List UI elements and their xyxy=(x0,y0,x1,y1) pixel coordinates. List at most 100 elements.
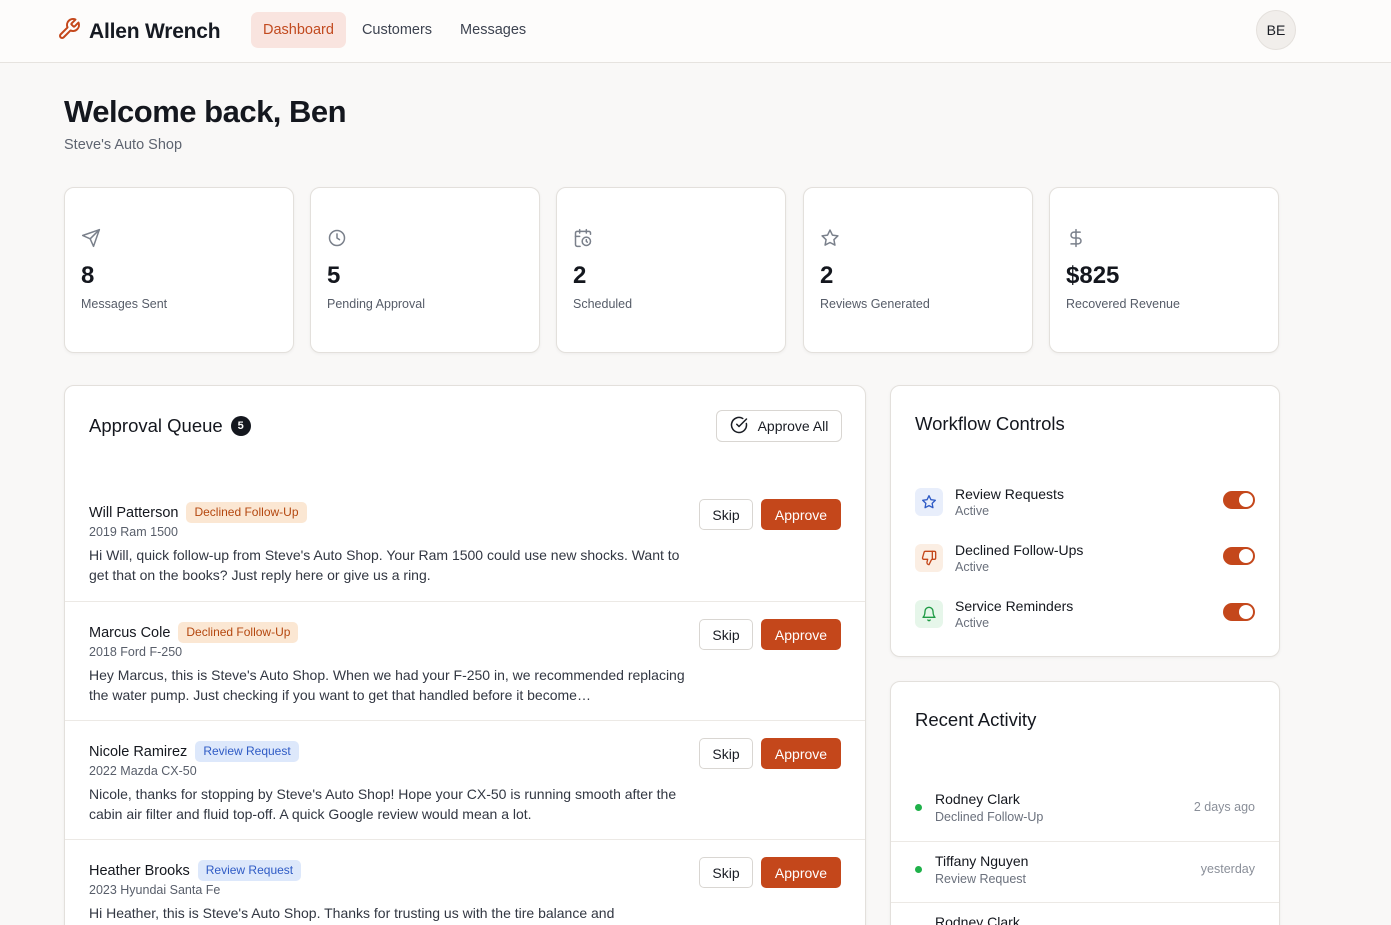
activity-item[interactable]: Rodney Clark xyxy=(891,902,1279,925)
queue-count-badge: 5 xyxy=(230,416,251,437)
stat-card-pending-approval: 5 Pending Approval xyxy=(310,187,540,353)
review-requests-toggle[interactable] xyxy=(1223,491,1255,509)
stat-value: 8 xyxy=(81,262,95,289)
activity-item[interactable]: Tiffany Nguyen Review Request yesterday xyxy=(891,841,1279,902)
activity-type: Review Request xyxy=(935,872,1027,886)
send-icon xyxy=(81,228,103,250)
stat-label: Scheduled xyxy=(573,297,633,311)
queue-item-header: Will Patterson Declined Follow-Up xyxy=(89,502,307,523)
clock-icon xyxy=(327,228,349,250)
star-icon xyxy=(915,488,943,516)
recent-activity-title: Recent Activity xyxy=(915,709,1037,730)
customer-name: Will Patterson xyxy=(89,504,179,521)
approve-button[interactable]: Approve xyxy=(761,738,841,769)
message-preview: Hi Will, quick follow-up from Steve's Au… xyxy=(89,547,680,583)
message-preview: Hey Marcus, this is Steve's Auto Shop. W… xyxy=(89,667,685,703)
skip-button[interactable]: Skip xyxy=(699,738,753,769)
shop-name: Steve's Auto Shop xyxy=(64,137,183,153)
brand[interactable]: Allen Wrench xyxy=(57,17,221,46)
activity-customer: Tiffany Nguyen xyxy=(935,853,1029,869)
status-dot xyxy=(915,804,922,811)
workflow-item-service-reminders: Service Reminders Active xyxy=(915,596,1257,636)
activity-item[interactable]: Rodney Clark Declined Follow-Up 2 days a… xyxy=(891,780,1279,841)
stat-value: 2 xyxy=(573,262,587,289)
message-preview: Hi Heather, this is Steve's Auto Shop. T… xyxy=(89,905,615,921)
stat-card-recovered-revenue: $825 Recovered Revenue xyxy=(1049,187,1279,353)
vehicle: 2018 Ford F-250 xyxy=(89,645,183,659)
workflow-status: Active xyxy=(955,504,990,518)
customer-name: Heather Brooks xyxy=(89,862,190,879)
nav-customers[interactable]: Customers xyxy=(350,12,444,48)
activity-customer: Rodney Clark xyxy=(935,791,1020,807)
approve-button[interactable]: Approve xyxy=(761,499,841,530)
stat-card-reviews-generated: 2 Reviews Generated xyxy=(803,187,1033,353)
avatar[interactable]: BE xyxy=(1256,10,1296,50)
queue-item-header: Nicole Ramirez Review Request xyxy=(89,741,299,762)
check-circle-icon xyxy=(730,416,748,437)
stat-label: Messages Sent xyxy=(81,297,168,311)
workflow-name: Review Requests xyxy=(955,486,1064,502)
nav-messages[interactable]: Messages xyxy=(448,12,538,48)
workflow-name: Declined Follow-Ups xyxy=(955,542,1084,558)
queue-item: Marcus Cole Declined Follow-Up 2018 Ford… xyxy=(65,601,865,720)
stat-label: Pending Approval xyxy=(327,297,425,311)
thumbs-down-icon xyxy=(915,544,943,572)
stat-label: Reviews Generated xyxy=(820,297,930,311)
stat-card-scheduled: 2 Scheduled xyxy=(556,187,786,353)
activity-time: 2 days ago xyxy=(1193,800,1255,814)
stat-card-messages-sent: 8 Messages Sent xyxy=(64,187,294,353)
activity-customer: Rodney Clark xyxy=(935,914,1020,925)
approval-queue-title: Approval Queue 5 xyxy=(89,415,251,437)
queue-item: Nicole Ramirez Review Request 2022 Mazda… xyxy=(65,720,865,839)
wrench-icon xyxy=(57,17,81,46)
approval-queue-panel: Approval Queue 5 Approve All Will Patters… xyxy=(64,385,866,925)
declined-follow-ups-toggle[interactable] xyxy=(1223,547,1255,565)
skip-button[interactable]: Skip xyxy=(699,619,753,650)
customer-name: Marcus Cole xyxy=(89,624,171,641)
workflow-tag: Declined Follow-Up xyxy=(186,502,307,523)
toggle-knob xyxy=(1239,493,1253,507)
queue-item: Will Patterson Declined Follow-Up 2019 R… xyxy=(65,482,865,601)
stat-value: 5 xyxy=(327,262,341,289)
stat-value: $825 xyxy=(1066,262,1120,289)
top-bar: Allen Wrench Dashboard Customers Message… xyxy=(0,0,1391,63)
stat-value: 2 xyxy=(820,262,834,289)
workflow-item-review-requests: Review Requests Active xyxy=(915,484,1257,524)
workflow-tag: Review Request xyxy=(197,860,302,881)
workflow-tag: Review Request xyxy=(195,741,299,762)
message-preview: Nicole, thanks for stopping by Steve's A… xyxy=(89,786,677,822)
status-dot xyxy=(915,866,922,873)
approve-all-button[interactable]: Approve All xyxy=(716,410,842,442)
workflow-tag: Declined Follow-Up xyxy=(178,622,299,643)
activity-time: yesterday xyxy=(1200,862,1255,876)
workflow-item-declined-follow-ups: Declined Follow-Ups Active xyxy=(915,540,1257,580)
recent-activity-panel: Recent Activity Rodney Clark Declined Fo… xyxy=(890,681,1280,925)
service-reminders-toggle[interactable] xyxy=(1223,603,1255,621)
skip-button[interactable]: Skip xyxy=(699,499,753,530)
brand-name: Allen Wrench xyxy=(89,19,221,43)
queue-item-header: Marcus Cole Declined Follow-Up xyxy=(89,622,299,643)
stat-label: Recovered Revenue xyxy=(1066,297,1180,311)
main-nav: Dashboard Customers Messages xyxy=(251,12,542,48)
toggle-knob xyxy=(1239,605,1253,619)
approve-button[interactable]: Approve xyxy=(761,857,841,888)
approval-queue-title-text: Approval Queue xyxy=(89,415,223,436)
approve-button[interactable]: Approve xyxy=(761,619,841,650)
queue-item-header: Heather Brooks Review Request xyxy=(89,860,302,881)
vehicle: 2019 Ram 1500 xyxy=(89,525,178,539)
skip-button[interactable]: Skip xyxy=(699,857,753,888)
customer-name: Nicole Ramirez xyxy=(89,743,188,760)
workflow-name: Service Reminders xyxy=(955,598,1074,614)
workflow-controls-title: Workflow Controls xyxy=(915,413,1065,434)
workflow-controls-panel: Workflow Controls Review Requests Active… xyxy=(890,385,1280,657)
star-icon xyxy=(820,228,842,250)
approve-all-label: Approve All xyxy=(757,418,829,434)
dollar-icon xyxy=(1066,228,1088,250)
workflow-status: Active xyxy=(955,560,990,574)
toggle-knob xyxy=(1239,549,1253,563)
bell-icon xyxy=(915,600,943,628)
nav-dashboard[interactable]: Dashboard xyxy=(251,12,346,48)
calendar-clock-icon xyxy=(573,228,595,250)
activity-type: Declined Follow-Up xyxy=(935,810,1044,824)
vehicle: 2022 Mazda CX-50 xyxy=(89,764,197,778)
